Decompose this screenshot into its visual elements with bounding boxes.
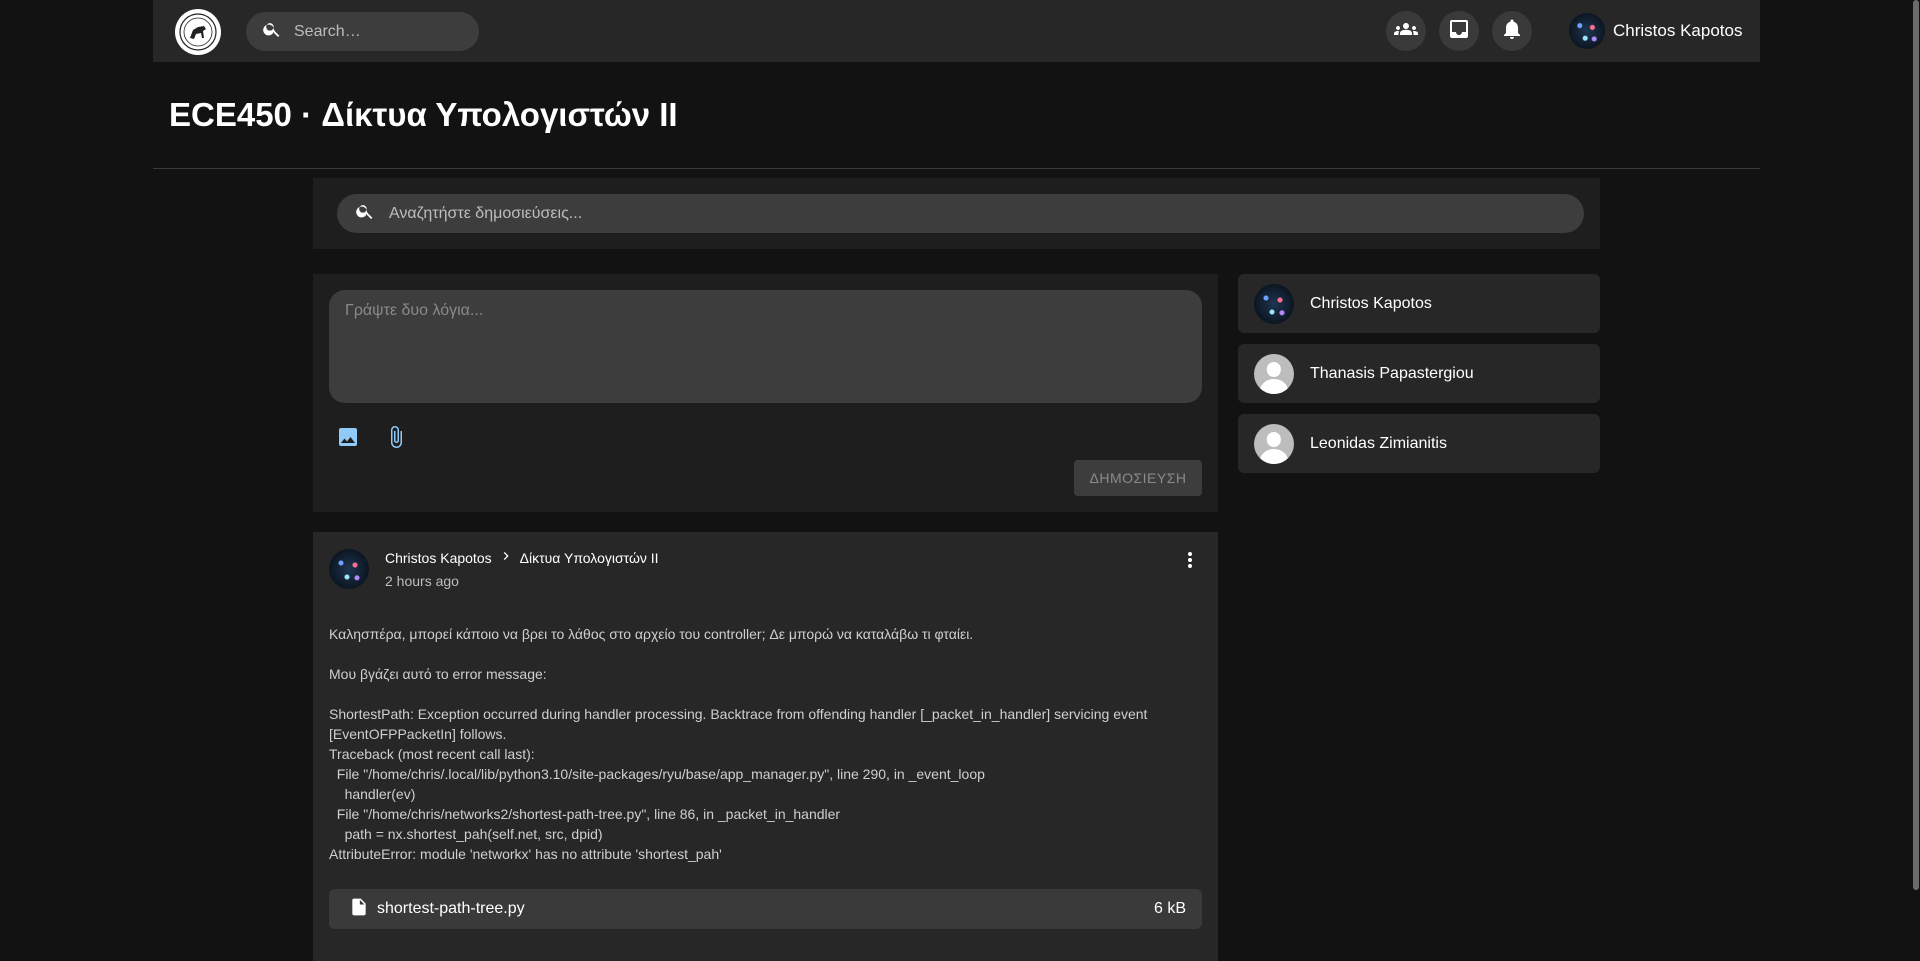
app-bar: Christos Kapotos	[153, 0, 1760, 62]
avatar	[1569, 13, 1605, 49]
attachment[interactable]: shortest-path-tree.py 6 kB	[329, 889, 1202, 929]
page-title: ECE450 · Δίκτυα Υπολογιστών II	[169, 96, 678, 133]
post-search-input[interactable]	[389, 204, 1569, 223]
post-textarea[interactable]	[329, 290, 1202, 403]
add-image-button[interactable]	[333, 424, 363, 454]
post-options-button[interactable]	[1178, 550, 1202, 574]
avatar	[1254, 423, 1294, 464]
member-item[interactable]: Leonidas Zimianitis	[1238, 414, 1600, 473]
search-input[interactable]	[294, 22, 474, 41]
image-icon	[336, 425, 360, 454]
post-time: 2 hours ago	[385, 573, 459, 589]
member-name: Christos Kapotos	[1310, 294, 1432, 312]
post-course[interactable]: Δίκτυα Υπολογιστών II	[520, 550, 659, 566]
paperclip-icon	[384, 425, 408, 454]
member-item[interactable]: Thanasis Papastergiou	[1238, 344, 1600, 403]
page-scrollbar[interactable]	[1912, 0, 1920, 961]
divider	[153, 168, 1760, 169]
bell-icon	[1500, 17, 1524, 46]
more-vert-icon	[1178, 548, 1202, 577]
post-composer: ΔΗΜΟΣΙΕΥΣΗ	[313, 274, 1218, 512]
scrollbar-thumb[interactable]	[1913, 0, 1919, 890]
avatar	[1254, 353, 1294, 394]
member-item[interactable]: Christos Kapotos	[1238, 274, 1600, 333]
member-name: Thanasis Papastergiou	[1310, 364, 1474, 382]
search-icon	[355, 201, 375, 226]
post-meta: Christos Kapotos Δίκτυα Υπολογιστών II 2…	[385, 548, 659, 590]
attach-file-button[interactable]	[381, 424, 411, 454]
attachment-size: 6 kB	[1153, 900, 1186, 917]
post-author[interactable]: Christos Kapotos	[385, 550, 492, 566]
post-header: Christos Kapotos Δίκτυα Υπολογιστών II 2…	[329, 548, 659, 589]
global-search[interactable]	[246, 12, 479, 51]
attachment-name: shortest-path-tree.py	[377, 900, 525, 917]
inbox-icon	[1447, 17, 1471, 46]
publish-button[interactable]: ΔΗΜΟΣΙΕΥΣΗ	[1074, 460, 1202, 496]
file-icon	[349, 896, 369, 923]
inbox-button[interactable]	[1439, 11, 1479, 51]
avatar	[1254, 283, 1294, 324]
post-card: Christos Kapotos Δίκτυα Υπολογιστών II 2…	[313, 532, 1218, 961]
account-menu[interactable]: Christos Kapotos	[1569, 11, 1742, 51]
search-icon	[262, 19, 282, 44]
university-logo[interactable]	[175, 9, 221, 55]
member-name: Leonidas Zimianitis	[1310, 434, 1447, 452]
groups-button[interactable]	[1386, 11, 1426, 51]
avatar[interactable]	[329, 548, 369, 589]
groups-icon	[1394, 17, 1418, 46]
account-name: Christos Kapotos	[1613, 21, 1743, 40]
post-search[interactable]	[337, 194, 1584, 233]
chevron-right-icon	[498, 548, 514, 567]
post-search-panel	[313, 178, 1600, 249]
notifications-button[interactable]	[1492, 11, 1532, 51]
post-body: Καλησπέρα, μπορεί κάποιο να βρει το λάθο…	[329, 626, 1148, 862]
